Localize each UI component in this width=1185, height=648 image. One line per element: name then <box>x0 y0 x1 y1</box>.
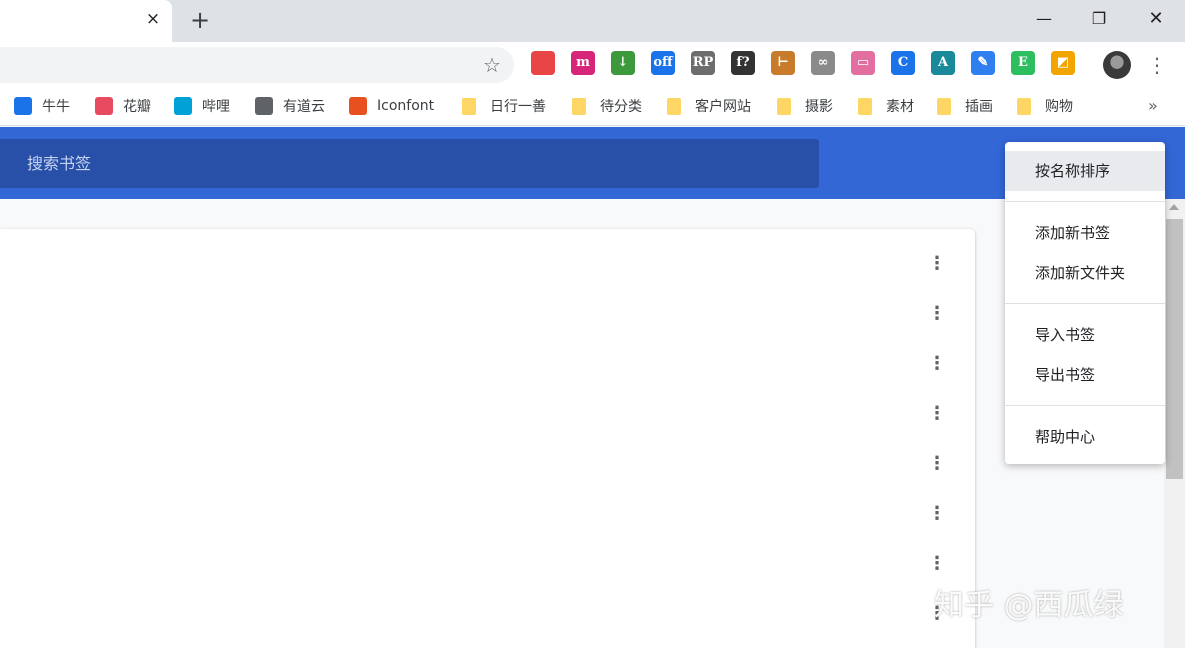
folder-icon <box>858 97 872 115</box>
row-more-icon[interactable]: ⋮ <box>926 401 948 427</box>
bookmark-folder[interactable]: 插画 <box>937 95 993 117</box>
bookmark-label: 日行一善 <box>490 99 546 115</box>
tab-close-icon[interactable]: × <box>142 8 164 30</box>
row-more-icon[interactable]: ⋮ <box>926 551 948 577</box>
bookmark-folder[interactable]: 客户网站 <box>667 95 751 117</box>
active-tab[interactable]: × <box>0 0 172 42</box>
bookmark-label: 素材 <box>886 99 914 115</box>
chrome-menu-icon[interactable]: ⋮ <box>1147 52 1167 78</box>
search-bar: ⌕ <box>0 139 819 188</box>
row-more-icon[interactable]: ⋮ <box>926 301 948 327</box>
bookmark-folder[interactable]: 素材 <box>858 95 914 117</box>
row-more-icon[interactable]: ⋮ <box>926 351 948 377</box>
favicon-icon <box>255 97 273 115</box>
bookmark-label: 待分类 <box>600 99 642 115</box>
ext-f-icon[interactable]: f? <box>731 51 755 75</box>
close-window-button[interactable]: ✕ <box>1128 0 1184 38</box>
bookmark-item[interactable]: 有道云 <box>255 95 325 117</box>
ext-red-icon[interactable] <box>531 51 555 75</box>
menu-divider <box>1005 201 1165 202</box>
row-more-icon[interactable]: ⋮ <box>926 501 948 527</box>
bookmark-folder[interactable]: 日行一善 <box>462 95 546 117</box>
favicon-icon <box>95 97 113 115</box>
favicon-icon <box>349 97 367 115</box>
favicon-icon <box>14 97 32 115</box>
bookmarks-overflow-icon[interactable]: » <box>1148 96 1158 115</box>
menu-import-bookmarks[interactable]: 导入书签 <box>1005 315 1165 355</box>
ext-pen-icon[interactable]: ✎ <box>971 51 995 75</box>
folder-icon <box>572 97 586 115</box>
bookmarks-bar: 牛牛 花瓣 哔哩 有道云 Iconfont 日行一善 待分类 客户网站 摄影 素材 插画 购物 » <box>0 88 1185 126</box>
watermark: 知乎 @西瓜绿 <box>934 588 1124 623</box>
bookmark-label: 购物 <box>1045 99 1073 115</box>
bookmark-star-icon[interactable]: ☆ <box>478 51 506 79</box>
bookmark-label: 有道云 <box>283 99 325 115</box>
bookmark-label: 牛牛 <box>42 99 70 115</box>
ext-color-icon[interactable]: ◩ <box>1051 51 1075 75</box>
favicon-icon <box>174 97 192 115</box>
maximize-button[interactable]: ❐ <box>1071 0 1127 38</box>
organize-menu: 按名称排序 添加新书签 添加新文件夹 导入书签 导出书签 帮助中心 <box>1005 142 1165 464</box>
ext-a-icon[interactable]: A <box>931 51 955 75</box>
search-icon[interactable]: ⌕ <box>0 151 10 175</box>
folder-icon <box>1017 97 1031 115</box>
bookmark-folder[interactable]: 摄影 <box>777 95 833 117</box>
bookmark-label: Iconfont <box>377 98 435 114</box>
ext-rp-icon[interactable]: RP <box>691 51 715 75</box>
folder-icon <box>667 97 681 115</box>
menu-add-bookmark[interactable]: 添加新书签 <box>1005 213 1165 253</box>
ext-link-icon[interactable]: ∞ <box>811 51 835 75</box>
ext-evernote-icon[interactable]: E <box>1011 51 1035 75</box>
browser-toolbar: ☆ m ↓ off RP f? ⊢ ∞ ▭ C A ✎ E ◩ ⋮ <box>0 42 1185 88</box>
row-more-icon[interactable]: ⋮ <box>926 451 948 477</box>
ext-off-icon[interactable]: off <box>651 51 675 75</box>
folder-icon <box>937 97 951 115</box>
folder-icon <box>462 97 476 115</box>
bookmark-label: 客户网站 <box>695 99 751 115</box>
bookmark-label: 花瓣 <box>123 99 151 115</box>
menu-help-center[interactable]: 帮助中心 <box>1005 417 1165 457</box>
menu-divider <box>1005 303 1165 304</box>
ext-brush-icon[interactable]: ⊢ <box>771 51 795 75</box>
ext-down-icon[interactable]: ↓ <box>611 51 635 75</box>
new-tab-button[interactable]: + <box>187 7 213 33</box>
row-more-icon[interactable]: ⋮ <box>926 251 948 277</box>
ext-blue-c-icon[interactable]: C <box>891 51 915 75</box>
folder-icon <box>777 97 791 115</box>
bookmark-item[interactable]: 牛牛 <box>14 95 70 117</box>
menu-add-folder[interactable]: 添加新文件夹 <box>1005 253 1165 293</box>
menu-sort-by-name[interactable]: 按名称排序 <box>1005 151 1165 191</box>
ext-tv-icon[interactable]: ▭ <box>851 51 875 75</box>
ext-m10-icon[interactable]: m <box>571 51 595 75</box>
profile-avatar[interactable] <box>1103 51 1131 79</box>
bookmark-item[interactable]: 哔哩 <box>174 95 230 117</box>
scroll-thumb[interactable] <box>1166 219 1183 479</box>
scroll-up-icon[interactable] <box>1169 204 1179 210</box>
bookmark-label: 插画 <box>965 99 993 115</box>
bookmark-label: 哔哩 <box>202 99 230 115</box>
bookmark-item[interactable]: 花瓣 <box>95 95 151 117</box>
bookmark-folder[interactable]: 待分类 <box>572 95 642 117</box>
bookmark-label: 摄影 <box>805 99 833 115</box>
address-bar[interactable]: ☆ <box>0 47 514 83</box>
search-input[interactable] <box>27 139 787 188</box>
menu-divider <box>1005 405 1165 406</box>
menu-export-bookmarks[interactable]: 导出书签 <box>1005 355 1165 395</box>
scrollbar[interactable] <box>1164 199 1185 648</box>
tab-strip: × + — ❐ ✕ <box>0 0 1185 42</box>
bookmark-item[interactable]: Iconfont <box>349 95 434 117</box>
bookmark-list: ⋮ ⋮ ⋮ ⋮ ⋮ ⋮ ⋮ ⋮ <box>0 229 975 648</box>
bookmark-folder[interactable]: 购物 <box>1017 95 1073 117</box>
minimize-button[interactable]: — <box>1016 0 1072 38</box>
